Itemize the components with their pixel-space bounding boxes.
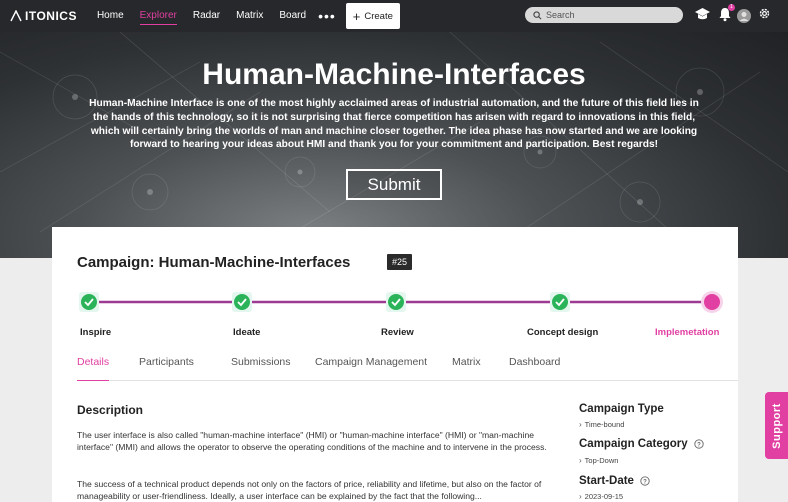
chevron-right-icon: › [579,456,582,465]
plus-icon: + [352,8,361,24]
nav-board[interactable]: Board [279,0,306,32]
tab-matrix[interactable]: Matrix [452,356,481,381]
create-label: Create [364,10,393,22]
campaign-type-heading: Campaign Type [579,403,664,415]
svg-text:?: ? [697,442,701,448]
campaign-type-value: › Time-bound [579,420,624,429]
tab-submissions[interactable]: Submissions [231,356,291,381]
create-button[interactable]: + Create [345,3,400,29]
description-paragraph: The user interface is also called "human… [77,430,547,452]
hero-description: Human-Machine Interface is one of the mo… [89,98,699,151]
nav-matrix[interactable]: Matrix [236,0,263,32]
notification-bell-icon[interactable]: 1 [718,4,735,27]
campaign-type-text: Time-bound [584,420,625,429]
stepper-track [79,291,723,313]
start-date-heading-label: Start-Date [579,475,634,487]
info-icon[interactable]: ? [640,476,650,486]
academy-cap-icon[interactable] [694,6,711,27]
logo-text: ITONICS [25,9,77,23]
chevron-right-icon: › [579,492,582,501]
campaign-id-badge: #25 [387,254,413,270]
campaign-category-heading-label: Campaign Category [579,438,688,450]
description-heading: Description [77,403,144,417]
nav-explorer[interactable]: Explorer [139,0,178,32]
nav-radar[interactable]: Radar [193,0,220,32]
nav-home[interactable]: Home [97,0,124,32]
description-paragraph: The success of a technical product depen… [77,479,542,501]
search-icon [533,10,542,19]
start-date-value: › 2023-09-15 [579,492,623,501]
search-input[interactable] [546,10,666,20]
main-nav: Home Explorer Radar Matrix Board ••• + C… [89,0,400,32]
step-label-review[interactable]: Review [381,327,414,338]
notification-badge: 1 [728,4,735,11]
campaign-phase-stepper: Inspire Ideate Review Concept design Imp… [52,289,738,339]
user-avatar[interactable] [737,9,751,28]
tab-dashboard[interactable]: Dashboard [509,356,560,381]
svg-text:?: ? [643,479,647,485]
ellipsis-icon[interactable]: ••• [318,8,336,24]
hero-title: Human-Machine-Interfaces [202,58,586,91]
step-label-inspire[interactable]: Inspire [80,327,111,338]
step-label-concept-design[interactable]: Concept design [527,327,598,338]
support-button[interactable]: Support [765,392,788,459]
search-bar[interactable] [525,7,683,23]
info-icon[interactable]: ? [693,439,704,449]
top-navigation-bar: ITONICS Home Explorer Radar Matrix Board… [0,0,788,32]
start-date-heading: Start-Date ? [579,475,650,487]
campaign-card: Campaign: Human-Machine-Interfaces #25 I… [52,227,738,502]
start-date-text: 2023-09-15 [584,492,624,501]
campaign-title: Campaign: Human-Machine-Interfaces [77,254,351,271]
itonics-logo[interactable]: ITONICS [10,9,77,23]
support-label: Support [770,402,783,449]
step-label-implementation[interactable]: Implemetation [655,327,719,338]
campaign-category-text: Top-Down [584,456,619,465]
chevron-right-icon: › [579,420,582,429]
tab-campaign-management[interactable]: Campaign Management [315,356,427,381]
hero-banner: Human-Machine-Interfaces Human-Machine I… [0,32,788,258]
campaign-category-heading: Campaign Category ? [579,438,704,450]
campaign-category-value: › Top-Down [579,456,618,465]
tab-details[interactable]: Details [77,356,110,381]
submit-button[interactable]: Submit [346,169,442,200]
tab-participants[interactable]: Participants [139,356,194,381]
campaign-tabs: Details Participants Submissions Campaig… [77,356,738,381]
itonics-logo-icon [10,10,22,22]
settings-gear-icon[interactable] [758,7,771,25]
step-label-ideate[interactable]: Ideate [233,327,260,338]
campaign-type-heading-label: Campaign Type [579,403,664,415]
